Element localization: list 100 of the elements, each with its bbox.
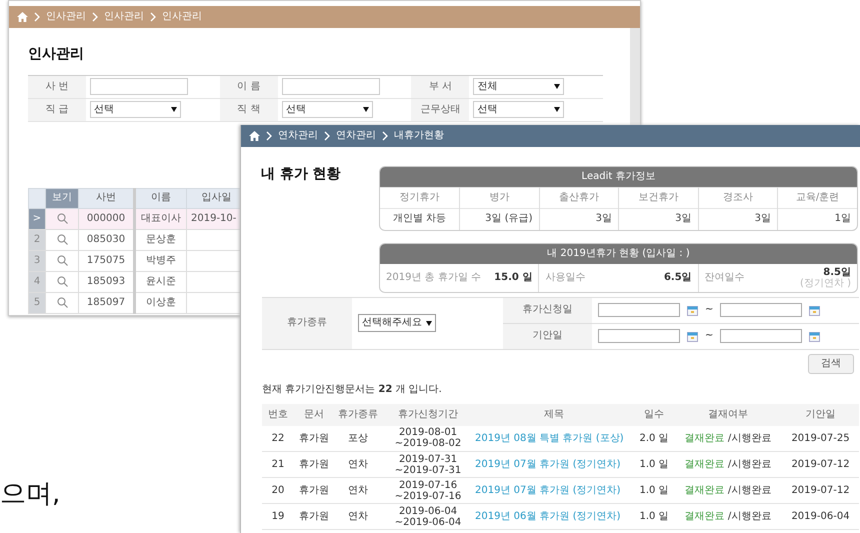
table-cell: 이상훈 (146, 296, 176, 308)
summary-value: 8.5일 (822, 266, 851, 278)
column-header: 기안일 (806, 408, 836, 420)
breadcrumb-link[interactable]: 내휴가현황 (394, 130, 444, 142)
approval-status: 결재완료 /시행완료 (684, 432, 772, 444)
search-icon[interactable] (56, 276, 68, 287)
table-cell: 문상훈 (146, 234, 176, 245)
summary-label: 사용일수 (545, 272, 586, 284)
column-header: 보기 (52, 192, 72, 204)
select-field[interactable]: 전체 (473, 78, 564, 96)
table-cell: 22 (272, 432, 284, 444)
table-cell: 2019-08-01 ~2019-08-02 (394, 427, 462, 450)
row-marker: 5 (34, 296, 40, 308)
table-cell: 19 (272, 511, 284, 522)
search-icon[interactable] (56, 234, 68, 245)
column-header: 휴가종류 (338, 408, 378, 420)
field-label: 사 번 (46, 80, 69, 92)
breadcrumb-link[interactable]: 연차관리 (336, 130, 376, 142)
row-marker: 4 (34, 276, 40, 287)
chevron-icon (92, 12, 98, 22)
table-cell: 2019-06-04 ~2019-06-04 (394, 506, 462, 528)
column-header: 입사일 (202, 192, 232, 204)
table-cell: 185093 (86, 276, 126, 287)
calendar-icon[interactable] (687, 330, 698, 342)
table-header: 출산휴가 (558, 192, 599, 203)
table-cell: 연차 (348, 511, 368, 522)
scrollbar[interactable] (630, 28, 640, 125)
caret-icon (554, 107, 560, 112)
table-cell: 3일 (596, 213, 612, 224)
home-icon[interactable] (249, 131, 260, 141)
chevron-icon (382, 131, 388, 141)
summary-label: 2019년 총 휴가일 수 (386, 272, 481, 284)
calendar-icon[interactable] (809, 304, 820, 316)
column-header: 사번 (96, 192, 116, 204)
table-cell: 185097 (86, 296, 126, 308)
table-cell: 윤시준 (146, 276, 176, 287)
table-cell: 연차 (348, 485, 368, 496)
input-field[interactable] (282, 78, 380, 96)
approval-status: 결재완료 /시행완료 (684, 485, 772, 496)
table-cell: 1.0 일 (639, 485, 669, 496)
chevron-icon (150, 12, 156, 22)
date-field[interactable] (720, 329, 802, 343)
table-cell: 휴가원 (299, 432, 329, 444)
table-cell: 3일 (754, 213, 771, 224)
table-cell: 2019-06-04 (791, 511, 850, 522)
search-icon[interactable] (56, 254, 68, 266)
field-label: 직 책 (237, 104, 260, 115)
table-cell: 휴가원 (299, 485, 329, 496)
column-header: 문서 (304, 408, 324, 420)
date-field[interactable] (598, 329, 680, 343)
column-header: 번호 (268, 408, 288, 420)
table-cell: 연차 (348, 459, 368, 470)
summary-label: 잔여일수 (704, 272, 745, 284)
table-cell: 085030 (86, 234, 126, 245)
table-cell: 포상 (348, 432, 368, 444)
field-label: 이 름 (237, 80, 260, 92)
caret-icon (362, 107, 369, 112)
table-cell: 2019-07-16 ~2019-07-16 (394, 480, 462, 502)
column-header: 제목 (544, 408, 564, 420)
select-field[interactable]: 선택해주세요 (358, 314, 436, 332)
table-cell: 2.0 일 (639, 432, 669, 444)
breadcrumb-link[interactable]: 연차관리 (278, 130, 318, 142)
field-label: 기안일 (532, 330, 562, 341)
select-field[interactable]: 선택 (473, 101, 564, 118)
panel-header: 내 2019년휴가 현황 (입사일 : ) (380, 244, 857, 264)
select-field[interactable]: 선택 (282, 101, 373, 118)
row-marker: > (32, 212, 42, 224)
caret-icon (554, 84, 560, 90)
field-label: 직 급 (46, 104, 69, 115)
date-field[interactable] (598, 303, 680, 317)
summary-value: 15.0 일 (494, 272, 532, 283)
table-cell: 3일 (675, 213, 692, 224)
search-icon[interactable] (56, 296, 68, 308)
table-header: 경조사 (722, 192, 753, 203)
date-field[interactable] (720, 303, 802, 317)
table-cell: 2019-07-12 (791, 459, 850, 470)
table-cell: 3일 (유급) (485, 213, 532, 224)
search-button[interactable]: 검색 (808, 354, 854, 374)
row-marker: 2 (34, 234, 40, 245)
column-header: 휴가신청기간 (398, 408, 458, 420)
column-header: 결재여부 (708, 408, 748, 420)
calendar-icon[interactable] (687, 304, 698, 316)
result-count: 현재 휴가기안진행문서는 22 개 입니다. (262, 384, 443, 396)
column-header: 일수 (644, 408, 664, 420)
home-icon[interactable] (17, 12, 28, 22)
select-field[interactable]: 선택 (90, 101, 182, 118)
search-icon[interactable] (56, 212, 68, 224)
field-label: 휴가종류 (287, 317, 327, 328)
field-label: 근무상태 (420, 104, 460, 115)
calendar-icon[interactable] (809, 330, 820, 342)
table-cell: 2019-07-12 (791, 485, 850, 496)
approval-status: 결재완료 /시행완료 (684, 459, 772, 470)
grid-row[interactable]: > 000000 대표이사 2019-10- (28, 208, 246, 230)
input-field[interactable] (90, 78, 188, 96)
caret-icon (171, 107, 178, 112)
table-header: 보건휴가 (638, 192, 678, 203)
table-cell: 1일 (834, 213, 851, 224)
table-cell: 대표이사 (141, 212, 181, 224)
summary-value: 6.5일 (664, 272, 692, 283)
table-cell: 박병주 (146, 254, 176, 266)
